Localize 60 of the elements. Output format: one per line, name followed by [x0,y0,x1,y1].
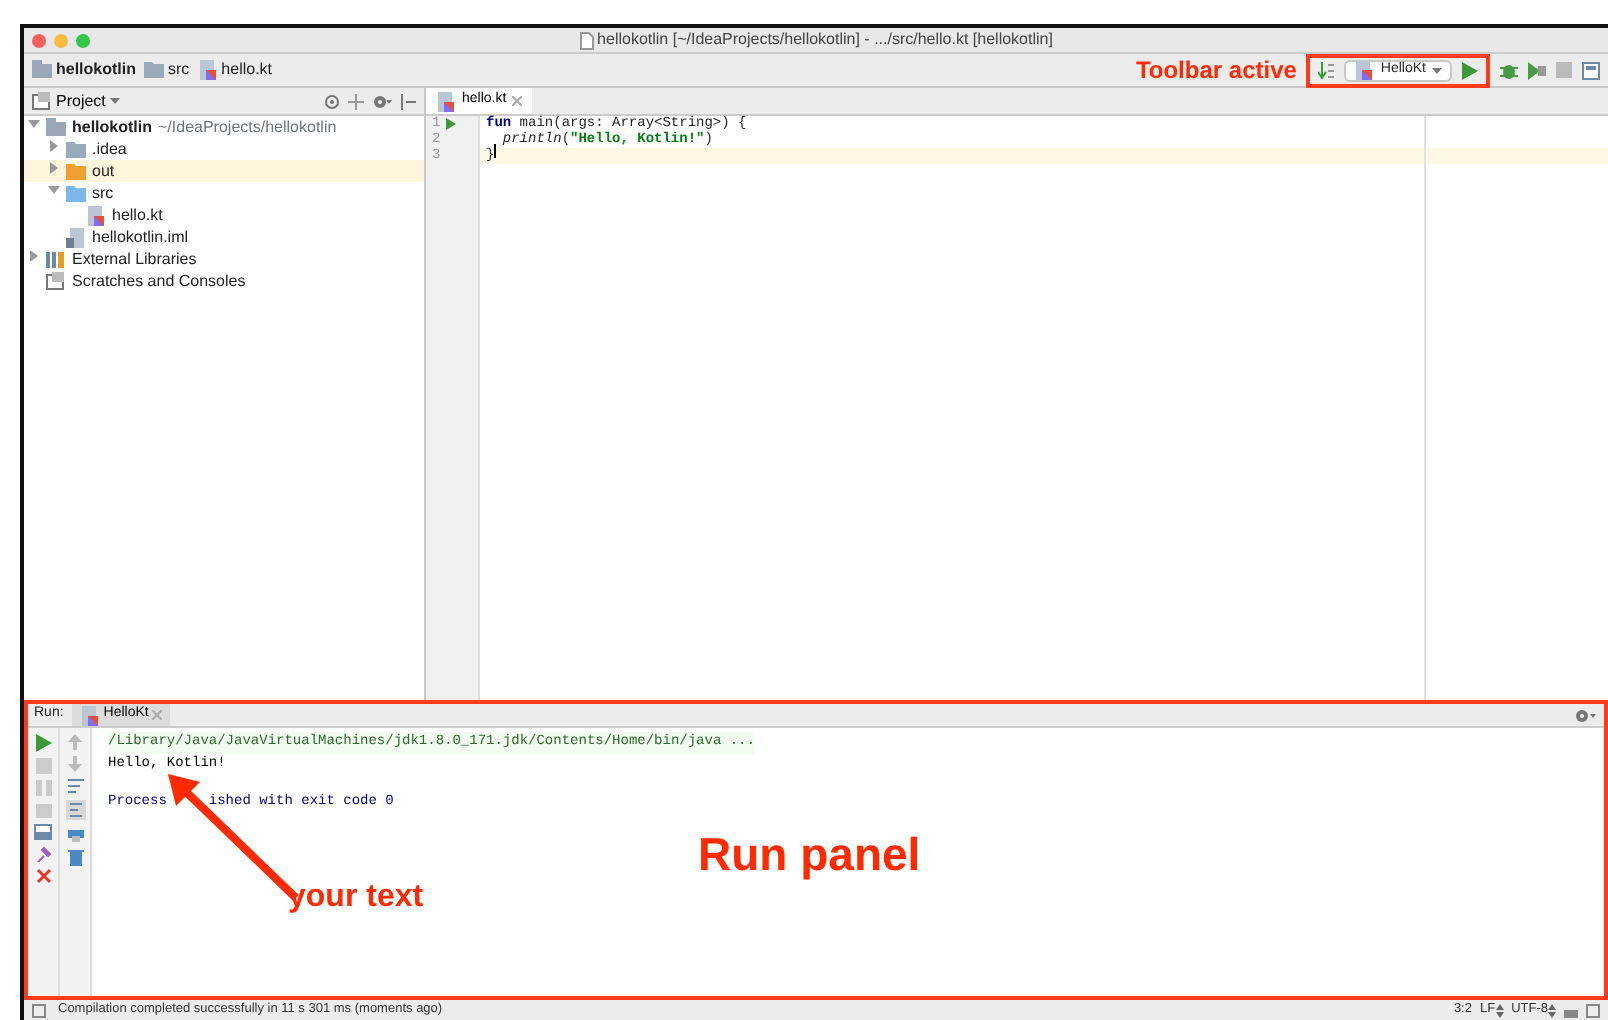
printer-icon[interactable] [67,826,83,842]
breadcrumb[interactable]: hello.kt [197,58,273,82]
structure-icon[interactable] [1582,61,1600,79]
tree-item[interactable]: .idea [24,138,424,160]
annotation-label: Toolbar active [1135,54,1297,88]
tree-item[interactable]: hellokotlin.iml [24,226,424,248]
event-log-icon[interactable] [1586,1003,1600,1017]
up-arrow-icon[interactable] [68,734,82,750]
layout-icon[interactable] [34,824,52,840]
tree-item[interactable]: out [24,160,424,182]
wrap-icon[interactable] [67,778,83,794]
bug-icon[interactable] [1500,61,1518,79]
down-arrow-icon[interactable] [68,756,82,772]
close-icon[interactable] [35,868,51,884]
window-title: hellokotlin [~/IdeaProjects/hellokotlin] - .../src/hello.kt [hellokotlin] [597,28,1053,52]
settings-icon[interactable] [1574,707,1596,723]
tree-item[interactable]: src [24,182,424,204]
breadcrumb[interactable]: hellokotlin [32,58,136,82]
run-icon[interactable] [35,734,51,752]
file-icon [79,705,100,725]
file-icon [66,227,86,247]
target-icon[interactable] [324,93,340,109]
tree-item[interactable]: External Libraries [24,248,424,270]
file-icon [86,205,106,225]
trash-icon[interactable] [67,848,83,866]
caret-icon [1432,67,1442,73]
module-icon [32,60,52,80]
annotation-label: Run panel [698,826,921,884]
pin-icon[interactable] [35,846,51,862]
library-icon [46,249,66,269]
run-icon[interactable] [1462,61,1478,79]
hide-icon[interactable] [400,93,416,109]
tree-item[interactable]: hellokotlin ~/IdeaProjects/hellokotlin [24,116,424,138]
run-icon[interactable] [446,118,457,130]
scroll-to-end-icon[interactable] [65,800,85,820]
panel-toggle-icon[interactable] [32,1003,46,1017]
file-icon [436,91,456,111]
folder-icon [144,60,164,80]
expanded-arrow-icon[interactable] [28,118,40,131]
settings-icon[interactable] [372,93,392,109]
tree-item[interactable]: Scratches and Consoles [24,270,424,292]
file-icon [197,60,218,80]
file-icon [579,31,594,49]
coverage-icon[interactable] [1528,61,1546,79]
collapsed-arrow-icon[interactable] [28,250,40,263]
tree-item[interactable]: hello.kt [24,204,424,226]
breadcrumb[interactable]: src [144,58,190,82]
sort-icon[interactable] [1318,61,1335,79]
updown-icon [1548,1003,1556,1017]
collapse-icon[interactable] [348,93,364,109]
updown-icon [1495,1003,1504,1017]
expanded-arrow-icon[interactable] [48,184,60,197]
caret-icon [109,98,120,104]
project-view-dropdown[interactable]: Project [32,89,120,113]
module-icon [46,117,66,137]
close-icon[interactable] [152,710,163,720]
close-icon[interactable] [512,96,523,106]
console-icon [46,271,66,291]
file-icon [1354,60,1375,80]
console-icon [32,91,52,111]
